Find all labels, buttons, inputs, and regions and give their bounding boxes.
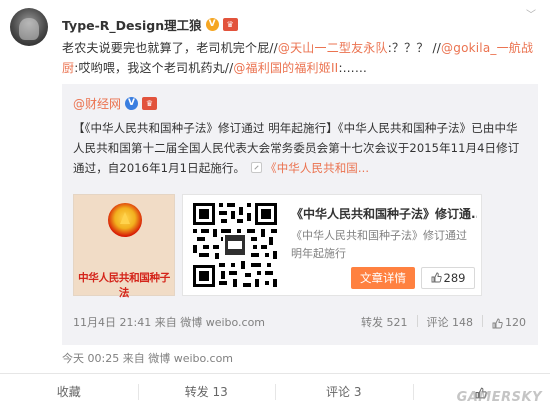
- qr-code-icon[interactable]: [191, 201, 279, 289]
- comment-button[interactable]: 评论 3: [275, 374, 413, 409]
- post-content: 老农夫说要完也就算了，老司机完个屁//@天山一二型友永队:？？？ //@goki…: [62, 38, 538, 78]
- verified-icon: V: [125, 97, 139, 110]
- repost-button[interactable]: 转发 13: [137, 374, 276, 409]
- divider: [482, 315, 483, 327]
- post-meta: 今天 00:25 来自 微博 weibo.com: [62, 350, 233, 366]
- thumbnail-title: 中华人民共和国种子法: [78, 272, 170, 299]
- quoted-actions: 转发 521 评论 148 120: [361, 314, 526, 330]
- article-card-title[interactable]: 《中华人民共和国种子法》修订通...: [291, 205, 477, 222]
- quoted-comment[interactable]: 评论 148: [427, 314, 474, 330]
- quoted-repost[interactable]: 转发 521: [361, 314, 408, 330]
- medal-icon: ♛: [142, 97, 158, 110]
- post-source[interactable]: 来自 微博 weibo.com: [123, 352, 233, 365]
- quoted-meta: 11月4日 21:41 来自 微博 weibo.com: [73, 314, 265, 330]
- quoted-post: @财经网 V ♛ 【《中华人民共和国种子法》修订通过 明年起施行】《中华人民共和…: [62, 84, 538, 345]
- divider: [416, 315, 418, 327]
- verified-icon: V: [205, 17, 219, 31]
- mention-link[interactable]: @福利国的福利姬II: [233, 61, 338, 75]
- article-thumbnail[interactable]: 中华人民共和国种子法: [73, 194, 175, 299]
- article-card-desc: 《中华人民共和国种子法》修订通过 明年起施行: [291, 229, 467, 260]
- content-text: :？？？ //: [387, 41, 442, 55]
- article-like-count: 289: [443, 271, 466, 285]
- watermark: GAMERSKY: [456, 390, 542, 405]
- article-like-button[interactable]: 289: [421, 267, 475, 289]
- favorite-button[interactable]: 收藏: [0, 374, 138, 409]
- username[interactable]: Type-R_Design理工狼: [62, 15, 202, 34]
- post-time[interactable]: 今天 00:25: [62, 352, 119, 365]
- quoted-like-count: 120: [505, 315, 526, 329]
- article-link[interactable]: 《中华人民共和国...: [251, 161, 369, 175]
- quoted-text: 【《中华人民共和国种子法》修订通过 明年起施行】《中华人民共和国种子法》已由中华…: [73, 118, 529, 178]
- quoted-like[interactable]: 120: [492, 314, 526, 330]
- weibo-post: Type-R_Design理工狼 V ♛ ﹀ 老农夫说要完也就算了，老司机完个屁…: [0, 0, 550, 409]
- thumbs-up-icon: [492, 318, 503, 329]
- content-text: 老农夫说要完也就算了，老司机完个屁//: [62, 41, 278, 55]
- thumbs-up-icon: [431, 269, 442, 283]
- article-detail-button[interactable]: 文章详情: [351, 267, 415, 289]
- link-icon: [251, 162, 263, 173]
- avatar[interactable]: [10, 8, 48, 46]
- quoted-time[interactable]: 11月4日 21:41: [73, 316, 151, 329]
- article-card: 《中华人民共和国种子法》修订通... 《中华人民共和国种子法》修订通过 明年起施…: [182, 194, 482, 296]
- quoted-author[interactable]: @财经网: [73, 95, 121, 112]
- content-text: :哎哟喂，我这个老司机药丸//: [74, 61, 234, 75]
- username-row: Type-R_Design理工狼 V ♛: [62, 15, 238, 34]
- quoted-author-row: @财经网 V ♛: [73, 95, 158, 112]
- quoted-source[interactable]: 来自 微博 weibo.com: [155, 316, 265, 329]
- chevron-down-icon[interactable]: ﹀: [524, 10, 538, 22]
- mention-link[interactable]: @天山一二型友永队: [278, 41, 388, 55]
- article-link-label: 《中华人民共和国...: [265, 161, 370, 175]
- national-emblem-icon: [108, 203, 142, 237]
- medal-icon: ♛: [222, 17, 238, 31]
- content-text: :……: [338, 61, 368, 75]
